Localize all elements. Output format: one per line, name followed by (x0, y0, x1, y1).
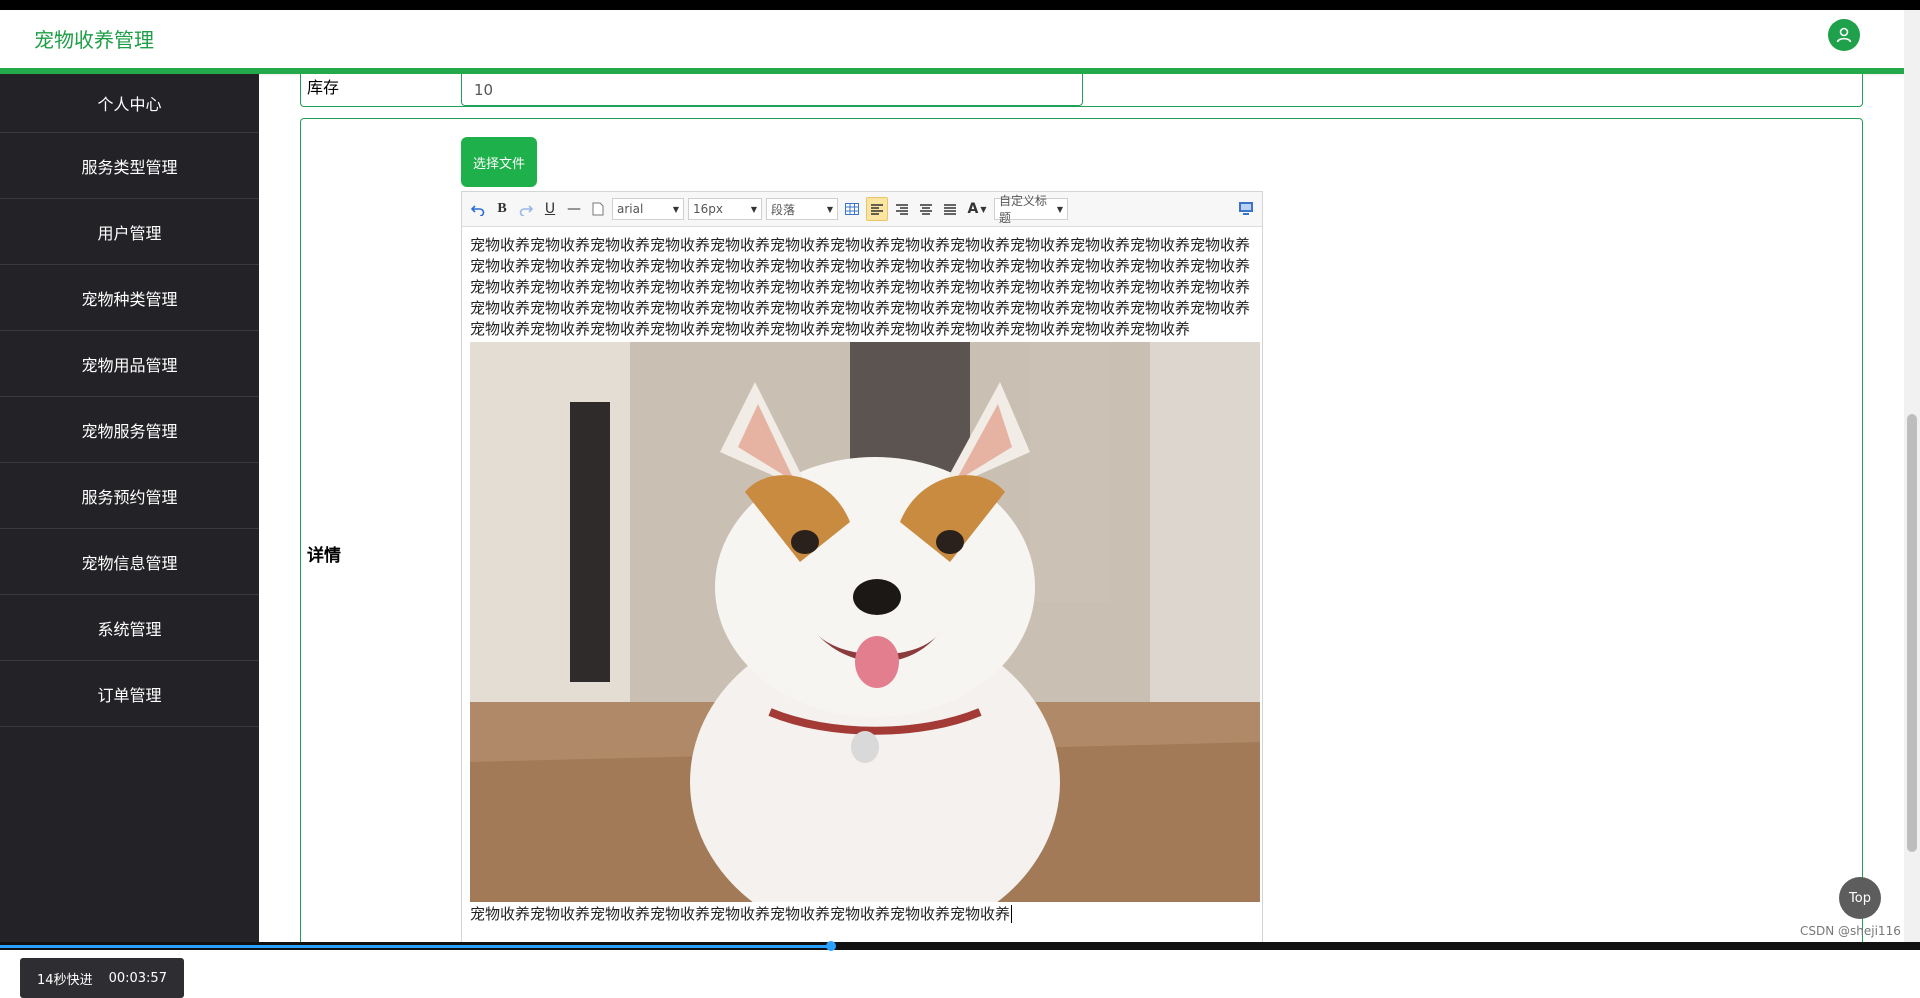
sidebar-item-label: 服务预约管理 (81, 487, 178, 507)
user-avatar[interactable] (1828, 19, 1860, 51)
scrollbar-thumb[interactable] (1907, 414, 1917, 852)
user-icon (1836, 27, 1852, 43)
align-left-icon[interactable] (866, 197, 888, 221)
watermark: CSDN @sheji116 (1800, 924, 1901, 938)
sidebar-item-label: 用户管理 (97, 223, 162, 243)
playback-time: 00:03:57 (108, 970, 167, 986)
sidebar-item-pet-info[interactable]: 宠物信息管理 (0, 529, 259, 595)
app-title: 宠物收养管理 (34, 28, 154, 52)
sidebar-item-label: 宠物服务管理 (81, 421, 178, 441)
chevron-down-icon: ▼ (672, 204, 679, 214)
rich-text-editor[interactable]: B U — arial ▼ 16px ▼ 段落 ▼ A ▼ 自定义标题 ▼ 宠物… (461, 191, 1263, 942)
stock-input[interactable]: 10 (461, 74, 1083, 106)
sidebar-item-label: 系统管理 (97, 619, 162, 639)
sidebar-item-pet-supplies[interactable]: 宠物用品管理 (0, 331, 259, 397)
sidebar-item-pet-services[interactable]: 宠物服务管理 (0, 397, 259, 463)
editor-content[interactable]: 宠物收养宠物收养宠物收养宠物收养宠物收养宠物收养宠物收养宠物收养宠物收养宠物收养… (462, 227, 1262, 925)
sidebar: 个人中心 服务类型管理 用户管理 宠物种类管理 宠物用品管理 宠物服务管理 服务… (0, 74, 259, 998)
paragraph-value: 段落 (771, 202, 796, 217)
custom-title-select[interactable]: 自定义标题 ▼ (994, 194, 1068, 225)
font-family-value: arial (617, 202, 644, 216)
playback-speed: 14秒快进 (37, 972, 93, 988)
editor-footer-text: 宠物收养宠物收养宠物收养宠物收养宠物收养宠物收养宠物收养宠物收养宠物收养 (470, 905, 1011, 923)
chevron-down-icon: ▼ (826, 204, 833, 214)
text-cursor (1011, 905, 1013, 923)
font-family-select[interactable]: arial ▼ (612, 198, 684, 220)
stock-row: 库存 10 (300, 74, 1863, 107)
preview-icon[interactable] (1238, 200, 1254, 216)
playback-timer: 14秒快进 00:03:57 (20, 958, 184, 998)
app-header: 宠物收养管理 (0, 10, 1904, 74)
chevron-down-icon: ▼ (1056, 204, 1063, 214)
chevron-down-icon: ▼ (750, 204, 757, 214)
align-center-icon[interactable] (916, 198, 936, 220)
bold-icon[interactable]: B (492, 198, 512, 220)
back-to-top-button[interactable]: Top (1839, 877, 1881, 919)
sidebar-item-users[interactable]: 用户管理 (0, 199, 259, 265)
editor-toolbar: B U — arial ▼ 16px ▼ 段落 ▼ A ▼ 自定义标题 ▼ (462, 192, 1262, 227)
detail-row: 详情 选择文件 B U — arial ▼ 16px ▼ 段落 ▼ A ▼ 自定… (300, 118, 1863, 942)
sidebar-item-label: 宠物信息管理 (81, 553, 178, 573)
stock-label: 库存 (307, 78, 340, 97)
video-progress-fill (0, 945, 830, 948)
sidebar-item-orders[interactable]: 订单管理 (0, 661, 259, 727)
page-icon[interactable] (588, 198, 608, 220)
table-icon[interactable] (842, 198, 862, 220)
sidebar-item-system[interactable]: 系统管理 (0, 595, 259, 661)
align-justify-icon[interactable] (940, 198, 960, 220)
sidebar-item-label: 订单管理 (97, 685, 162, 705)
sidebar-item-service-type[interactable]: 服务类型管理 (0, 133, 259, 199)
font-size-value: 16px (693, 202, 723, 216)
font-color-icon[interactable]: A ▼ (964, 198, 990, 220)
sidebar-item-label: 个人中心 (97, 95, 162, 114)
underline-icon[interactable]: U (540, 198, 560, 220)
sidebar-item-label: 宠物用品管理 (81, 355, 178, 375)
main-content: 库存 10 详情 选择文件 B U — arial ▼ 16px ▼ 段落 ▼ … (259, 74, 1904, 942)
sidebar-item-personal-center[interactable]: 个人中心 (0, 74, 259, 133)
editor-paragraph: 宠物收养宠物收养宠物收养宠物收养宠物收养宠物收养宠物收养宠物收养宠物收养宠物收养… (470, 236, 1251, 338)
undo-icon[interactable] (468, 198, 488, 220)
horizontal-rule-icon[interactable]: — (564, 198, 584, 220)
sidebar-item-label: 宠物种类管理 (81, 289, 178, 309)
sidebar-item-label: 服务类型管理 (81, 157, 178, 177)
editor-footer-line: 宠物收养宠物收养宠物收养宠物收养宠物收养宠物收养宠物收养宠物收养宠物收养 (470, 904, 1255, 925)
page-vertical-scrollbar[interactable] (1904, 10, 1920, 942)
redo-icon[interactable] (516, 198, 536, 220)
stock-value: 10 (474, 81, 494, 99)
choose-file-button[interactable]: 选择文件 (461, 137, 537, 187)
sidebar-item-appointments[interactable]: 服务预约管理 (0, 463, 259, 529)
align-right-icon[interactable] (892, 198, 912, 220)
font-size-select[interactable]: 16px ▼ (688, 198, 762, 220)
paragraph-select[interactable]: 段落 ▼ (766, 198, 838, 220)
puppy-photo (470, 342, 1260, 902)
sidebar-item-pet-category[interactable]: 宠物种类管理 (0, 265, 259, 331)
window-top-edge (0, 0, 1920, 10)
detail-label: 详情 (307, 546, 341, 566)
custom-title-value: 自定义标题 (999, 194, 1048, 225)
